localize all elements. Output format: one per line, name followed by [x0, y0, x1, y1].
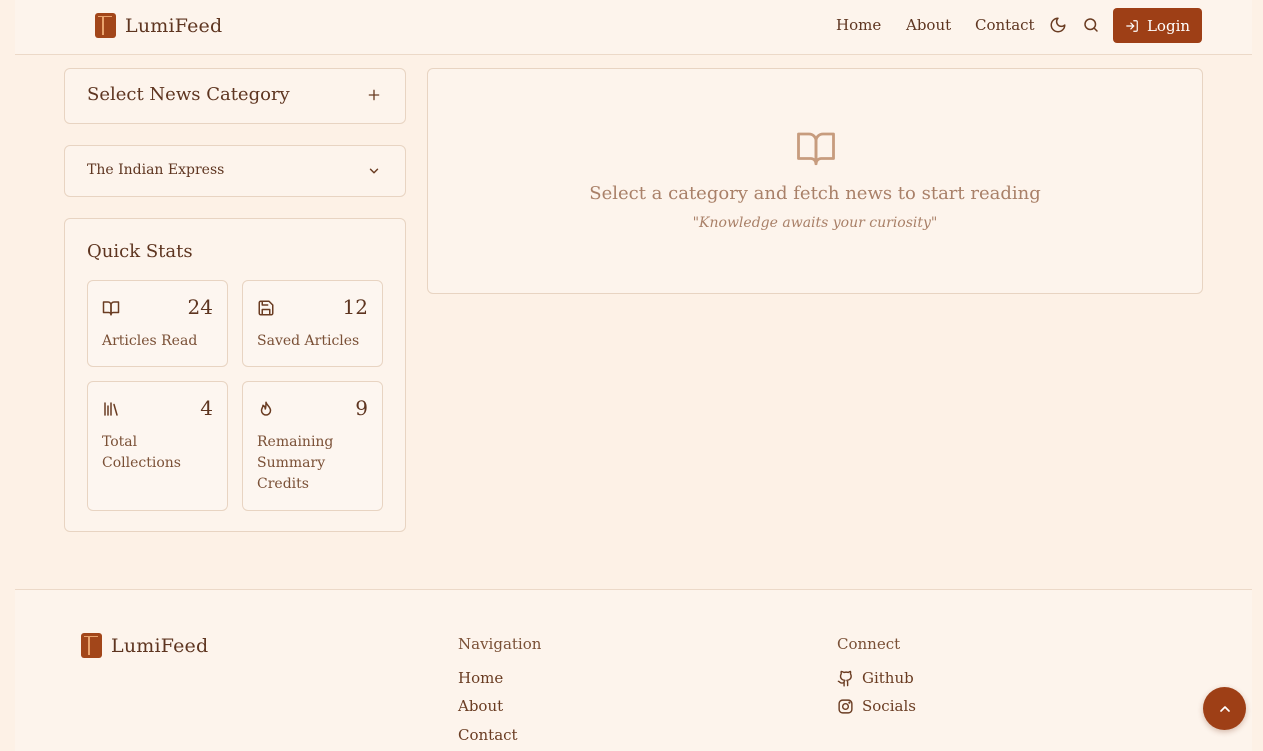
library-icon	[102, 400, 120, 418]
chevron-up-icon	[1219, 705, 1230, 712]
news-source-value: The Indian Express	[87, 162, 225, 178]
site-header: LumiFeed Home About Contact Login	[15, 0, 1252, 55]
socials-label: Socials	[862, 697, 916, 715]
stat-total-collections: 4 Total Collections	[87, 381, 228, 511]
footer-link-socials[interactable]: Socials	[837, 697, 916, 715]
page: LumiFeed Home About Contact Login Select…	[15, 0, 1252, 751]
nav-home[interactable]: Home	[836, 16, 881, 34]
stat-value: 9	[355, 396, 368, 420]
stat-saved-articles: 12 Saved Articles	[242, 280, 383, 367]
empty-state-title: Select a category and fetch news to star…	[589, 183, 1041, 204]
nav-contact[interactable]: Contact	[975, 16, 1035, 34]
github-label: Github	[862, 669, 914, 687]
stat-value: 4	[200, 396, 213, 420]
stat-label: Saved Articles	[257, 333, 360, 349]
save-icon	[257, 299, 275, 317]
stat-value: 24	[187, 295, 213, 319]
news-feed-panel: Select a category and fetch news to star…	[427, 68, 1203, 294]
stat-label: Articles Read	[102, 333, 198, 349]
stat-summary-credits: 9 Remaining Summary Credits	[242, 381, 383, 511]
footer-link-about[interactable]: About	[458, 697, 503, 715]
nav-about[interactable]: About	[906, 16, 951, 34]
moon-icon[interactable]	[1049, 16, 1069, 36]
login-button[interactable]: Login	[1113, 8, 1202, 43]
flame-icon	[257, 400, 275, 418]
login-label: Login	[1146, 16, 1191, 35]
search-icon[interactable]	[1082, 16, 1102, 36]
stat-value: 12	[342, 295, 368, 319]
site-footer: LumiFeed Navigation Home About Contact C…	[15, 589, 1252, 751]
category-title: Select News Category	[87, 84, 290, 105]
scroll-to-top-button[interactable]	[1203, 687, 1246, 730]
login-icon	[1126, 19, 1138, 32]
stat-label: Remaining Summary Credits	[257, 434, 334, 492]
footer-brand-name: LumiFeed	[111, 634, 209, 657]
category-selector[interactable]: Select News Category	[64, 68, 406, 124]
quick-stats-title: Quick Stats	[87, 241, 193, 262]
github-icon	[837, 670, 852, 687]
stat-articles-read: 24 Articles Read	[87, 280, 228, 367]
brand-logo[interactable]: LumiFeed	[95, 13, 222, 38]
instagram-icon	[838, 698, 853, 714]
quick-stats-panel: Quick Stats 24 Articles Read 12 Saved Ar…	[64, 218, 406, 532]
book-open-icon	[102, 299, 120, 317]
stat-label: Total Collections	[102, 434, 181, 471]
footer-brand-logo[interactable]: LumiFeed	[81, 633, 208, 658]
news-source-select[interactable]: The Indian Express	[64, 145, 406, 197]
chevron-down-icon	[367, 163, 381, 182]
plus-icon[interactable]	[366, 87, 382, 107]
footer-nav-title: Navigation	[458, 635, 542, 653]
empty-state-quote: "Knowledge awaits your curiosity"	[692, 215, 938, 231]
brand-name: LumiFeed	[125, 14, 223, 37]
book-open-icon	[795, 127, 837, 173]
logo-icon	[95, 13, 116, 38]
logo-icon	[81, 633, 102, 658]
footer-link-github[interactable]: Github	[837, 669, 914, 687]
footer-link-contact[interactable]: Contact	[458, 726, 518, 744]
footer-link-home[interactable]: Home	[458, 669, 503, 687]
footer-connect-title: Connect	[837, 635, 901, 653]
